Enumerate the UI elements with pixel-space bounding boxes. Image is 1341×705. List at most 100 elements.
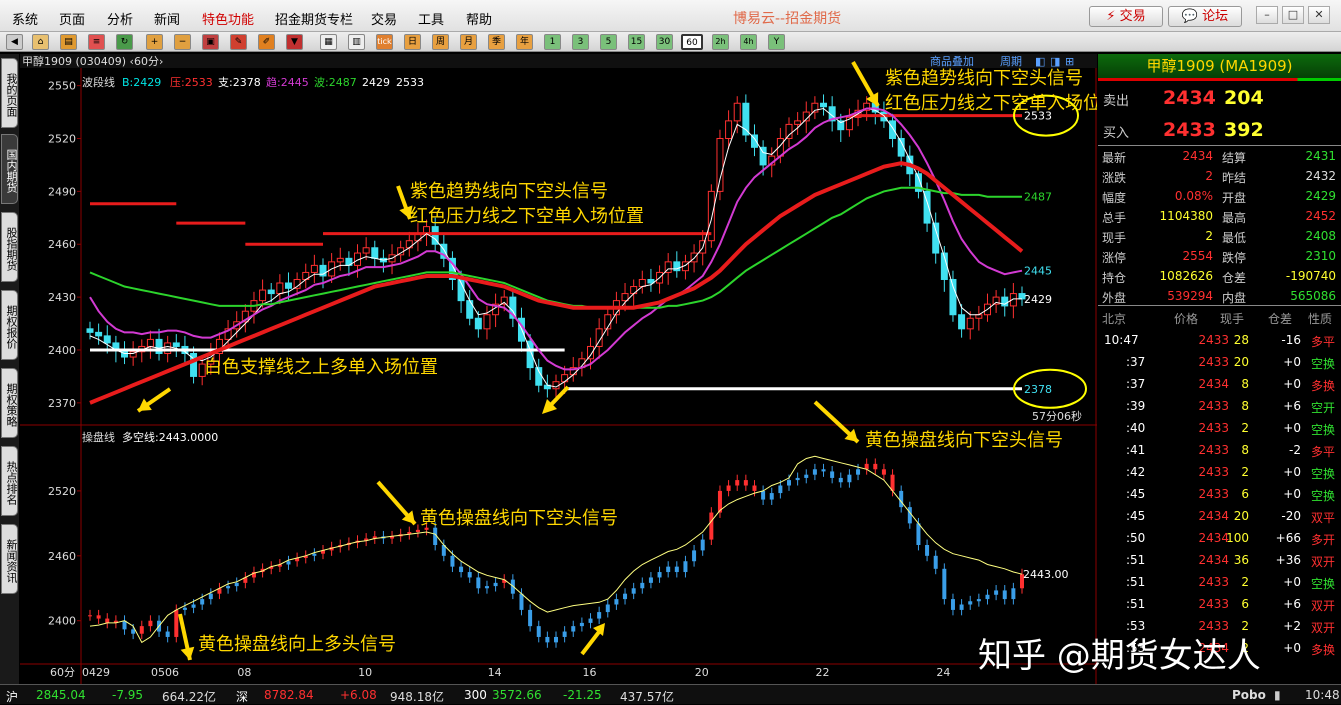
sidebar-tab-index-futures[interactable]: 股指期货 xyxy=(1,212,18,282)
tick-price: 2433 xyxy=(1198,355,1229,369)
refresh-icon[interactable]: ↻ xyxy=(116,34,133,50)
period-1-button[interactable]: 1 xyxy=(544,34,561,50)
home-icon[interactable]: ⌂ xyxy=(32,34,49,50)
sub-bar-body xyxy=(804,474,809,478)
menu-analysis[interactable]: 分析 xyxy=(107,9,133,28)
tick-price: 2433 xyxy=(1198,443,1229,457)
tick-volume: 8 xyxy=(1241,377,1249,391)
tick-price: 2434 xyxy=(1198,553,1229,567)
close-icon[interactable]: ✕ xyxy=(1308,6,1330,24)
tick-volume: 20 xyxy=(1233,509,1249,523)
sidebar-tab-my-page[interactable]: 我的页面 xyxy=(1,58,18,128)
sub-bar-body xyxy=(881,469,886,475)
window-icon[interactable]: ▣ xyxy=(202,34,219,50)
tick-nature: 多换 xyxy=(1310,379,1335,393)
week-button[interactable]: 周 xyxy=(432,34,449,50)
candle-body xyxy=(975,314,983,319)
stat-row: 涨停 2554 跌停 2310 xyxy=(1098,246,1341,266)
sub-bar-body xyxy=(467,572,472,578)
sub-bar-body xyxy=(916,523,921,545)
zoom-out-icon[interactable]: − xyxy=(174,34,191,50)
tick-price: 2434 xyxy=(1198,531,1229,545)
table-icon[interactable]: ▦ xyxy=(320,34,337,50)
news-icon[interactable]: ≡ xyxy=(88,34,105,50)
sidebar-tab-option-strategy[interactable]: 期权策略 xyxy=(1,368,18,438)
sell-label: 卖出 xyxy=(1103,94,1130,109)
y-tick-label: 2430 xyxy=(48,291,76,304)
sidebar-tab-hot-ranking[interactable]: 热点排名 xyxy=(1,446,18,516)
indicator-value: 压:2533 xyxy=(170,76,213,89)
sub-bar-body xyxy=(899,490,904,508)
sub-bar-body xyxy=(856,469,861,475)
menu-system[interactable]: 系统 xyxy=(12,9,38,28)
forum-button[interactable]: 💬 论坛 xyxy=(1168,6,1242,27)
sub-bar-body xyxy=(968,601,973,605)
tick-position-change: +0 xyxy=(1283,377,1301,391)
period-15-button[interactable]: 15 xyxy=(628,34,645,50)
menu-news[interactable]: 新闻 xyxy=(154,9,180,28)
tick-nature: 空开 xyxy=(1310,401,1335,415)
sub-bar-body xyxy=(105,618,110,623)
tick-time: :37 xyxy=(1126,355,1146,369)
year-button[interactable]: 年 xyxy=(516,34,533,50)
candle-body xyxy=(371,247,379,259)
period-5-button[interactable]: 5 xyxy=(600,34,617,50)
kline-chart[interactable]: 甲醇1909 (030409) ‹60分› 商品叠加 周期 ◧ ◨ ⊞ 波段线 B:2429 压… xyxy=(20,54,1097,684)
sub-bar-body xyxy=(208,593,213,600)
menu-features[interactable]: 特色功能 xyxy=(202,9,254,28)
period-4h-button[interactable]: 4h xyxy=(740,34,757,50)
sub-y-tick-label: 2460 xyxy=(48,550,76,563)
menu-help[interactable]: 帮助 xyxy=(466,9,492,28)
folder-icon[interactable]: ▤ xyxy=(60,34,77,50)
filter-icon[interactable]: ▼ xyxy=(286,34,303,50)
draw-icon[interactable]: ✐ xyxy=(258,34,275,50)
clock: 10:48 xyxy=(1305,688,1340,702)
minimize-icon[interactable]: – xyxy=(1256,6,1278,24)
sub-bar-body xyxy=(821,469,826,472)
maximize-icon[interactable]: □ xyxy=(1282,6,1304,24)
stat-label: 最高 xyxy=(1222,211,1247,225)
tick-time: :45 xyxy=(1126,509,1146,523)
period-60-button[interactable]: 60 xyxy=(681,34,703,50)
tick-position-change: +66 xyxy=(1275,531,1301,545)
period-2h-button[interactable]: 2h xyxy=(712,34,729,50)
forum-button-label: 论坛 xyxy=(1202,9,1229,24)
period-y-button[interactable]: Y xyxy=(768,34,785,50)
period-label: 60分 xyxy=(50,666,75,679)
back-icon[interactable]: ◀ xyxy=(6,34,23,50)
day-button[interactable]: 日 xyxy=(404,34,421,50)
period-30-button[interactable]: 30 xyxy=(656,34,673,50)
chart-icon[interactable]: ▥ xyxy=(348,34,365,50)
sub-bar-body xyxy=(623,593,628,600)
sidebar-tab-option-quotes[interactable]: 期权报价 xyxy=(1,290,18,360)
season-button[interactable]: 季 xyxy=(488,34,505,50)
period-3-button[interactable]: 3 xyxy=(572,34,589,50)
trade-button[interactable]: ⚡ 交易 xyxy=(1089,6,1163,27)
menu-page[interactable]: 页面 xyxy=(59,9,85,28)
tick-volume: 8 xyxy=(1241,399,1249,413)
candle-body xyxy=(172,342,180,347)
tick-button[interactable]: tick xyxy=(376,34,393,50)
hs-label: 300 xyxy=(464,688,487,702)
tick-nature: 双开 xyxy=(1310,599,1335,613)
indicator-value: 趋:2445 xyxy=(266,76,309,89)
stat-value: 1104380 xyxy=(1159,209,1213,223)
sidebar-tab-news[interactable]: 新闻资讯 xyxy=(1,524,18,594)
month-button[interactable]: 月 xyxy=(460,34,477,50)
candle-body xyxy=(561,374,569,383)
sub-bar-body xyxy=(554,636,558,643)
stat-value: 2408 xyxy=(1305,229,1336,243)
candle-body xyxy=(794,120,802,125)
menu-zhaojin-column[interactable]: 招金期货专栏 xyxy=(275,9,353,28)
menu-tools[interactable]: 工具 xyxy=(418,9,444,28)
stat-row: 现手 2 最低 2408 xyxy=(1098,226,1341,246)
pen-icon[interactable]: ✎ xyxy=(230,34,247,50)
menu-trade[interactable]: 交易 xyxy=(371,9,397,28)
indicator-value: B:2429 xyxy=(122,76,161,89)
annotation-text: 黄色操盘线向下空头信号 xyxy=(865,430,1063,451)
sidebar-tab-domestic-futures[interactable]: 国内期货 xyxy=(1,134,18,204)
sub-bar-body xyxy=(588,618,593,623)
sz-label: 深 xyxy=(236,690,249,704)
tick-price: 2433 xyxy=(1198,421,1229,435)
zoom-in-icon[interactable]: + xyxy=(146,34,163,50)
